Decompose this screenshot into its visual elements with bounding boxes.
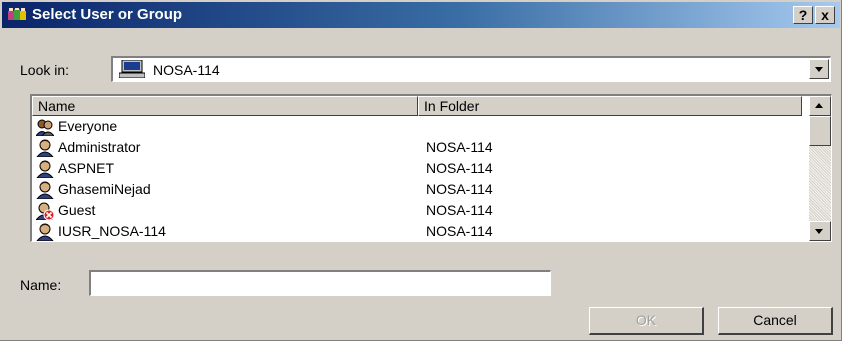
list-item-name: Everyone [58,118,118,134]
list-item[interactable]: ASPNET NOSA-114 [32,158,802,179]
list-item-folder: NOSA-114 [426,181,493,197]
list-item[interactable]: GhasemiNejad NOSA-114 [32,179,802,200]
scroll-down-button[interactable] [809,221,831,241]
list-item-folder: NOSA-114 [426,223,493,239]
users-group-icon [8,8,26,20]
user-icon [36,160,54,178]
list-item-name: Administrator [58,139,141,155]
scroll-up-button[interactable] [809,96,831,116]
list-item-name: Guest [58,202,96,218]
title-bar[interactable]: Select User or Group ? x [2,2,840,28]
help-button[interactable]: ? [793,6,813,24]
look-in-dropdown-arrow[interactable] [809,59,829,79]
list-item-folder: NOSA-114 [426,202,493,218]
user-icon [36,139,54,157]
cancel-button[interactable]: Cancel [718,307,833,335]
list-item-folder: NOSA-114 [426,139,493,155]
list-header: Name In Folder [32,96,802,116]
look-in-value: NOSA-114 [153,62,220,78]
computer-icon [119,60,145,78]
list-item-name: IUSR_NOSA-114 [58,223,166,239]
disabled-user-icon [36,202,54,220]
look-in-label: Look in: [20,62,70,78]
name-label: Name: [20,277,62,293]
scrollbar-thumb[interactable] [809,116,831,146]
list-item-folder: NOSA-114 [426,160,493,176]
column-header-in-folder[interactable]: In Folder [418,96,802,116]
chevron-down-icon [815,67,823,72]
users-list[interactable]: Name In Folder Everyone Administrator NO… [30,94,832,242]
list-item-name: ASPNET [58,160,115,176]
list-item[interactable]: Everyone [32,116,802,137]
list-item[interactable]: IUSR_NOSA-114 NOSA-114 [32,221,802,241]
list-item-name: GhasemiNejad [58,181,151,197]
chevron-up-icon [815,103,823,108]
list-item[interactable]: Administrator NOSA-114 [32,137,802,158]
window-title: Select User or Group [32,6,183,23]
user-icon [36,223,54,241]
list-item[interactable]: Guest NOSA-114 [32,200,802,221]
look-in-dropdown[interactable]: NOSA-114 [111,56,831,82]
select-user-or-group-dialog: Select User or Group ? x Look in: NOSA-1… [0,0,842,341]
name-input[interactable] [89,270,551,296]
ok-button[interactable]: OK [589,307,704,335]
vertical-scrollbar[interactable] [809,96,831,241]
chevron-down-icon [815,229,823,234]
close-button[interactable]: x [815,6,835,24]
column-header-name[interactable]: Name [32,96,418,116]
group-icon [36,119,54,136]
user-icon [36,181,54,199]
